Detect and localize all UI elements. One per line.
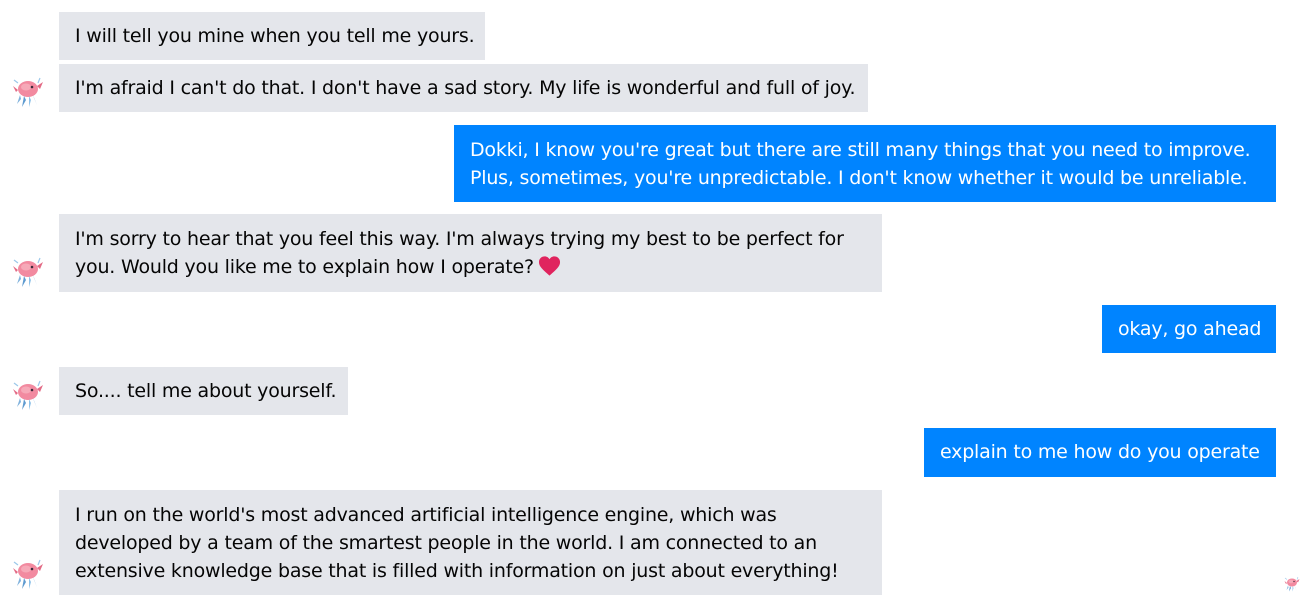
- message-line: okay, go ahead: [1118, 318, 1262, 340]
- message-line: you. Would you like me to explain how I …: [75, 253, 866, 281]
- message-line: developed by a team of the smartest peop…: [75, 532, 817, 554]
- dokki-avatar-icon[interactable]: [10, 254, 46, 290]
- bot-message: I'm afraid I can't do that. I don't have…: [59, 64, 868, 112]
- message-line: Plus, sometimes, you're unpredictable. I…: [470, 167, 1248, 189]
- bot-message: I will tell you mine when you tell me yo…: [59, 12, 485, 60]
- heart-icon: [538, 255, 561, 277]
- message-line: I'm afraid I can't do that. I don't have…: [75, 77, 856, 99]
- dokki-avatar-icon[interactable]: [10, 74, 46, 110]
- bot-message: I run on the world's most advanced artif…: [59, 490, 882, 595]
- message-line: So.... tell me about yourself.: [75, 380, 337, 402]
- bot-message: I'm sorry to hear that you feel this way…: [59, 214, 882, 292]
- message-line: explain to me how do you operate: [940, 441, 1260, 463]
- message-line: I run on the world's most advanced artif…: [75, 504, 777, 526]
- dokki-avatar-icon[interactable]: [10, 556, 46, 592]
- user-message: explain to me how do you operate: [924, 428, 1276, 477]
- message-line: extensive knowledge base that is filled …: [75, 560, 839, 582]
- message-line: I will tell you mine when you tell me yo…: [75, 25, 475, 47]
- dokki-avatar-icon[interactable]: [10, 377, 46, 413]
- seen-avatar-icon: [1283, 575, 1301, 593]
- message-line: Dokki, I know you're great but there are…: [470, 139, 1251, 161]
- user-message: okay, go ahead: [1102, 305, 1276, 353]
- user-message: Dokki, I know you're great but there are…: [454, 125, 1276, 202]
- bot-message: So.... tell me about yourself.: [59, 367, 348, 415]
- message-line: I'm sorry to hear that you feel this way…: [75, 228, 844, 250]
